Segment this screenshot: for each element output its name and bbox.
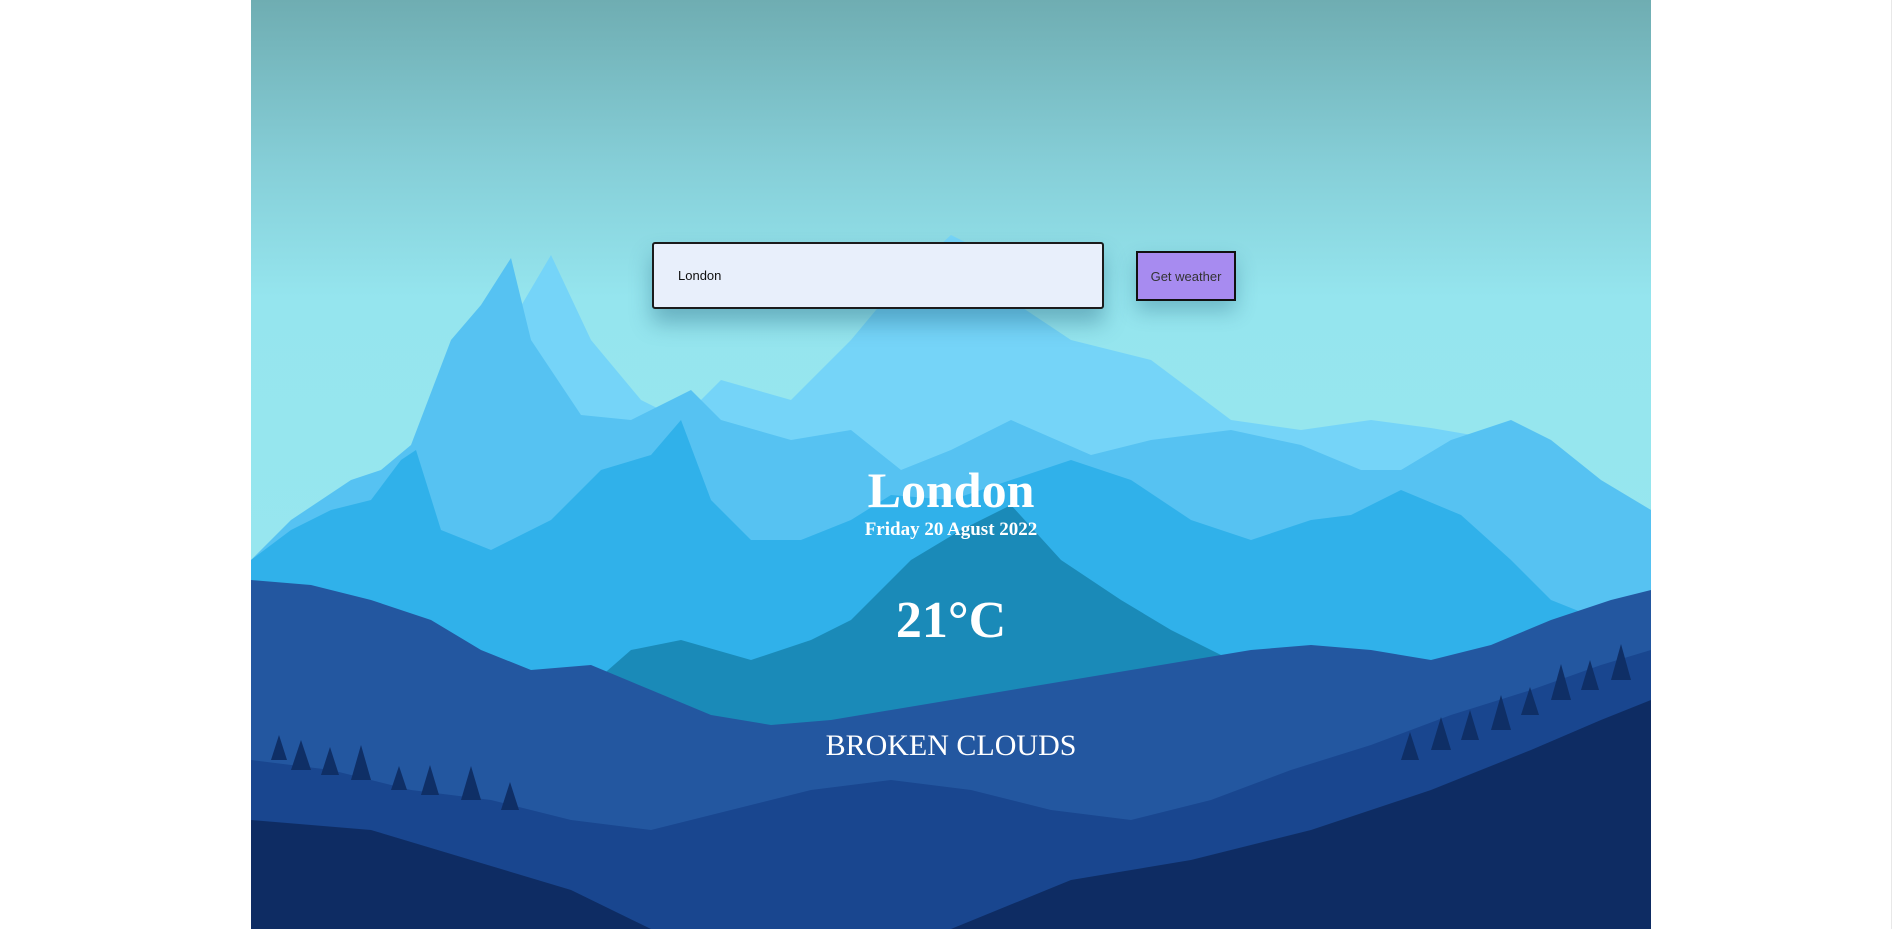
current-date: Friday 20 Agust 2022 xyxy=(864,519,1038,540)
weather-app: Get weather London Friday 20 Agust 2022 … xyxy=(251,0,1651,929)
page-scrollbar[interactable] xyxy=(1891,0,1903,929)
get-weather-button[interactable]: Get weather xyxy=(1136,251,1236,301)
city-name: London xyxy=(867,462,1035,518)
temperature: 21°C xyxy=(895,592,1007,649)
city-search-input[interactable] xyxy=(652,242,1104,309)
weather-description: BROKEN CLOUDS xyxy=(825,729,1077,762)
search-bar: Get weather xyxy=(652,242,1252,309)
